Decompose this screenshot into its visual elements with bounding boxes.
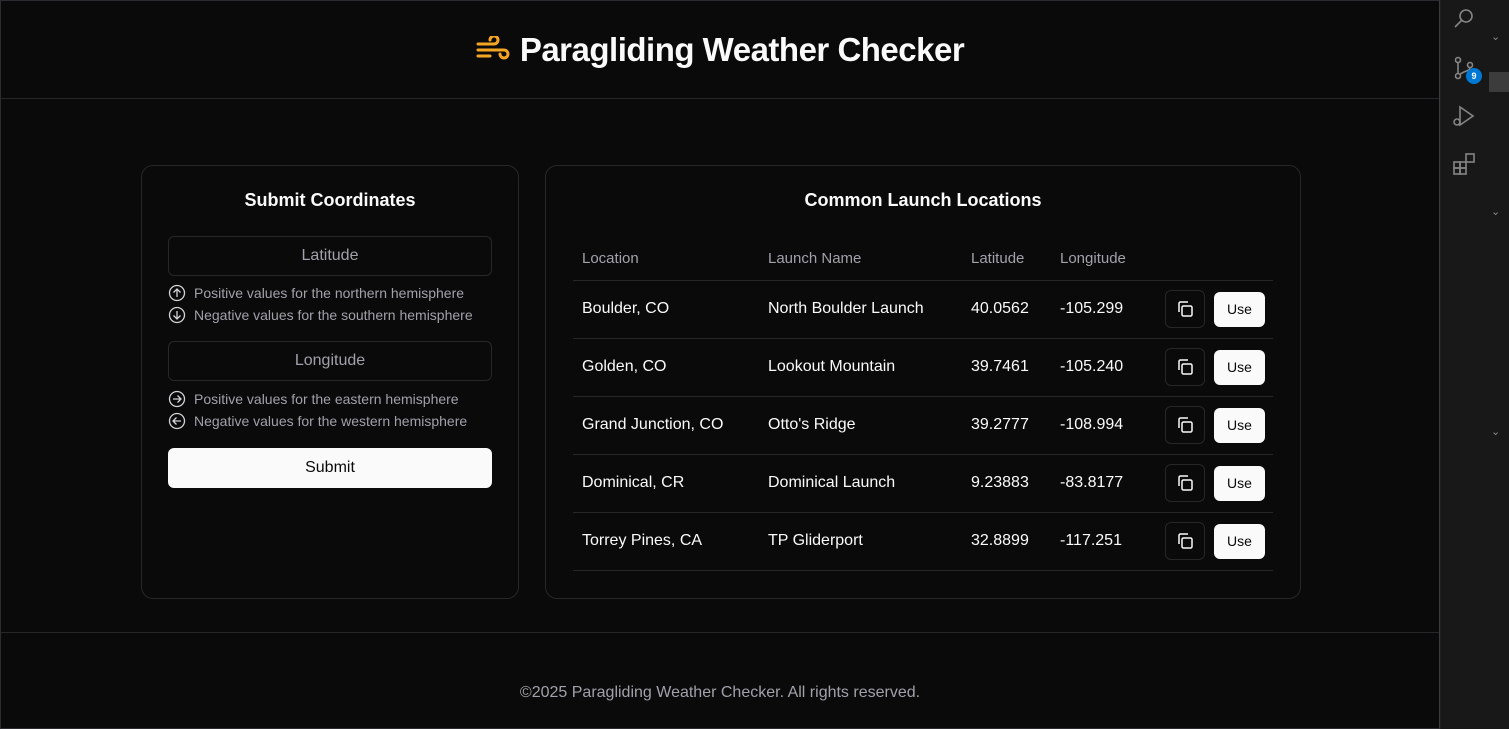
use-button[interactable]: Use: [1214, 349, 1265, 385]
hint-text: Negative values for the southern hemisph…: [194, 307, 473, 323]
column-header: Location: [573, 238, 759, 281]
copy-button[interactable]: [1165, 290, 1205, 328]
row-actions: Use: [1160, 406, 1273, 444]
cell-lon: -83.8177: [1051, 454, 1151, 513]
table-row: Dominical, CR Dominical Launch 9.23883 -83.…: [573, 454, 1273, 513]
arrow-up-circle-icon: [168, 284, 186, 302]
row-actions: Use: [1160, 522, 1273, 560]
copy-icon: [1178, 533, 1193, 549]
table-title: Common Launch Locations: [804, 190, 1042, 210]
table-header-row: Location Launch Name Latitude Longitude: [573, 238, 1273, 281]
cell-launch: Dominical Launch: [759, 454, 962, 513]
lon-hint-west: Negative values for the western hemisphe…: [168, 412, 467, 430]
table-row: Torrey Pines, CA TP Gliderport 32.8899 -117…: [573, 512, 1273, 571]
copy-icon: [1178, 359, 1193, 375]
row-actions: Use: [1160, 348, 1273, 386]
copy-button[interactable]: [1165, 464, 1205, 502]
latitude-input[interactable]: Latitude: [168, 236, 492, 276]
submit-button[interactable]: Submit: [168, 448, 492, 488]
page-title: Paragliding Weather Checker: [519, 30, 965, 68]
chevron-down-icon[interactable]: ⌄: [1491, 30, 1500, 43]
cell-launch: TP Gliderport: [759, 512, 962, 571]
cell-lat: 40.0562: [962, 280, 1051, 339]
lat-hint-south: Negative values for the southern hemisph…: [168, 306, 473, 324]
activity-bar: 9: [1441, 0, 1487, 729]
page-footer: ©2025 Paragliding Weather Checker. All r…: [1, 632, 1439, 728]
table-row: Golden, CO Lookout Mountain 39.7461 -105.24…: [573, 338, 1273, 397]
submit-coordinates-card: Submit Coordinates Latitude Positive val…: [141, 165, 519, 599]
cell-lon: -105.299: [1051, 280, 1151, 339]
cell-lat: 32.8899: [962, 512, 1051, 571]
copy-icon: [1178, 301, 1193, 317]
longitude-input[interactable]: Longitude: [168, 341, 492, 381]
cell-launch: Otto's Ridge: [759, 396, 962, 455]
lon-hint-east: Positive values for the eastern hemisphe…: [168, 390, 459, 408]
copy-button[interactable]: [1165, 406, 1205, 444]
row-actions: Use: [1160, 290, 1273, 328]
scrollbar-thumb[interactable]: [1489, 72, 1509, 92]
source-control-icon[interactable]: 9: [1451, 55, 1482, 84]
cell-location: Golden, CO: [573, 338, 759, 397]
column-header-actions: [1151, 238, 1273, 281]
page-header: Paragliding Weather Checker: [1, 1, 1439, 99]
cell-actions: Use: [1151, 454, 1273, 513]
arrow-right-circle-icon: [168, 390, 186, 408]
use-button[interactable]: Use: [1214, 291, 1265, 327]
cell-location: Grand Junction, CO: [573, 396, 759, 455]
extensions-icon[interactable]: [1451, 151, 1477, 177]
use-button[interactable]: Use: [1214, 407, 1265, 443]
use-button[interactable]: Use: [1214, 465, 1265, 501]
lat-hint-north: Positive values for the northern hemisph…: [168, 284, 464, 302]
launch-locations-card: Common Launch Locations Location Launch …: [545, 165, 1301, 599]
cell-actions: Use: [1151, 396, 1273, 455]
column-header: Longitude: [1051, 238, 1151, 281]
copy-icon: [1178, 417, 1193, 433]
cell-location: Boulder, CO: [573, 280, 759, 339]
hint-text: Positive values for the northern hemisph…: [194, 285, 465, 301]
cell-lon: -108.994: [1051, 396, 1151, 455]
arrow-left-circle-icon: [168, 412, 186, 430]
source-control-badge: 9: [1466, 68, 1482, 84]
chevron-down-icon[interactable]: ⌄: [1491, 205, 1500, 218]
sidebar-strip: ⌄ ⌄ ⌄: [1487, 0, 1509, 729]
footer-text: ©2025 Paragliding Weather Checker. All r…: [519, 683, 921, 701]
copy-button[interactable]: [1165, 348, 1205, 386]
chevron-down-icon[interactable]: ⌄: [1491, 425, 1500, 438]
search-icon[interactable]: [1451, 6, 1477, 32]
cell-actions: Use: [1151, 512, 1273, 571]
cell-launch: Lookout Mountain: [759, 338, 962, 397]
cell-actions: Use: [1151, 280, 1273, 339]
arrow-down-circle-icon: [168, 306, 186, 324]
cell-lat: 9.23883: [962, 454, 1051, 513]
copy-icon: [1178, 475, 1193, 491]
copy-button[interactable]: [1165, 522, 1205, 560]
cell-lat: 39.2777: [962, 396, 1051, 455]
table-row: Grand Junction, CO Otto's Ridge 39.2777 -10…: [573, 396, 1273, 455]
cell-actions: Use: [1151, 338, 1273, 397]
launch-locations-table: Location Launch Name Latitude Longitude …: [573, 238, 1273, 571]
column-header: Launch Name: [759, 238, 962, 281]
form-title: Submit Coordinates: [244, 190, 416, 210]
wind-icon: [476, 35, 510, 65]
run-debug-icon[interactable]: [1451, 103, 1477, 129]
hint-text: Negative values for the western hemisphe…: [194, 413, 468, 429]
use-button[interactable]: Use: [1214, 523, 1265, 559]
hint-text: Positive values for the eastern hemisphe…: [194, 391, 459, 407]
cell-lat: 39.7461: [962, 338, 1051, 397]
cell-lon: -105.240: [1051, 338, 1151, 397]
cell-lon: -117.251: [1051, 512, 1151, 571]
cell-launch: North Boulder Launch: [759, 280, 962, 339]
row-actions: Use: [1160, 464, 1273, 502]
cell-location: Dominical, CR: [573, 454, 759, 513]
app-window: Paragliding Weather Checker Submit Coord…: [0, 0, 1440, 729]
column-header: Latitude: [962, 238, 1051, 281]
table-row: Boulder, CO North Boulder Launch 40.0562 -1…: [573, 280, 1273, 339]
cell-location: Torrey Pines, CA: [573, 512, 759, 571]
